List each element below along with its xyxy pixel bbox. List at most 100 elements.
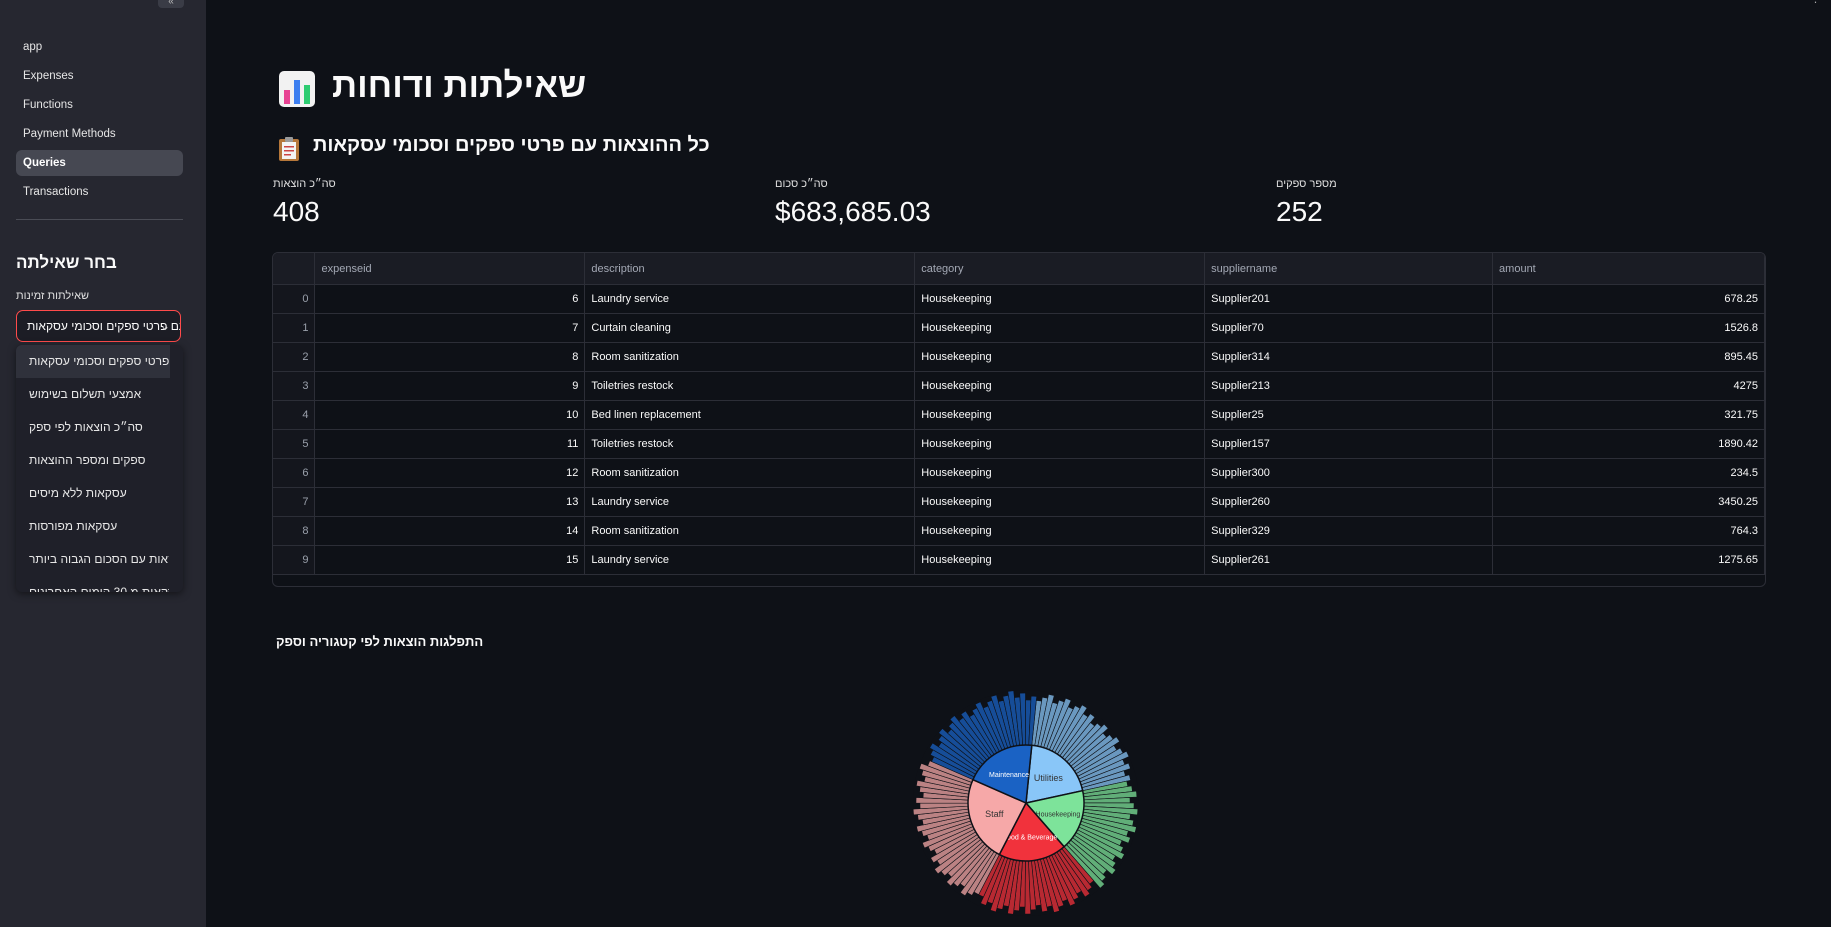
dropdown-option[interactable]: עסקאות עם הסכום הגבוה ביותר bbox=[16, 543, 169, 576]
dropdown-option[interactable]: ספקים ומספר ההוצאות bbox=[16, 444, 169, 477]
collapse-sidebar-button[interactable]: « bbox=[158, 0, 184, 8]
select-label: שאילתות זמינות bbox=[16, 290, 90, 302]
sidebar-item-queries[interactable]: Queries bbox=[16, 150, 183, 176]
cell-amount: 1275.65 bbox=[1492, 545, 1765, 575]
bar-chart-icon bbox=[279, 71, 315, 107]
cell-expenseid: 9 bbox=[314, 371, 586, 401]
sunburst-category-label: Utilities bbox=[1034, 773, 1064, 783]
sidebar-item-functions[interactable]: Functions bbox=[16, 92, 183, 118]
main-menu-icon[interactable]: ⋮ bbox=[1810, 0, 1821, 5]
cell-expenseid: 10 bbox=[314, 400, 586, 430]
chart-title: התפלגות הוצאות לפי קטגוריה וספק bbox=[276, 634, 484, 649]
cell-category: Housekeeping bbox=[914, 545, 1206, 575]
dropdown-option[interactable]: אמצעי תשלום בשימוש bbox=[16, 378, 169, 411]
cell-description: Room sanitization bbox=[584, 458, 916, 488]
table-row[interactable]: 2 8 Room sanitization Housekeeping Supplier3… bbox=[273, 342, 1765, 372]
query-dropdown: כל ההוצאות עם פרטי ספקים וסכומי עסקאות א… bbox=[16, 345, 183, 592]
cell-expenseid: 15 bbox=[314, 545, 586, 575]
cell-amount: 1890.42 bbox=[1492, 429, 1765, 459]
metric-total-amount: סה״כ סכום $683,685.03 bbox=[775, 178, 931, 228]
cell-idx: 4 bbox=[273, 400, 316, 430]
cell-description: Laundry service bbox=[584, 487, 916, 517]
cell-description: Toiletries restock bbox=[584, 371, 916, 401]
cell-suppliername: Supplier300 bbox=[1204, 458, 1494, 488]
table-row[interactable]: 9 15 Laundry service Housekeeping Supplier26… bbox=[273, 545, 1765, 575]
dropdown-option[interactable]: עסקאות מפורסות bbox=[16, 510, 169, 543]
sidebar-header: בחר שאילתה bbox=[16, 253, 117, 272]
query-select-value: כל ההוצאות עם פרטי ספקים וסכומי עסקאות bbox=[27, 319, 180, 333]
metric-label: מספר ספקים bbox=[1276, 178, 1337, 190]
cell-description: Room sanitization bbox=[584, 342, 916, 372]
dropdown-option[interactable]: עסקאות ללא מיסים bbox=[16, 477, 169, 510]
cell-suppliername: Supplier213 bbox=[1204, 371, 1494, 401]
cell-suppliername: Supplier261 bbox=[1204, 545, 1494, 575]
sidebar-item-expenses[interactable]: Expenses bbox=[16, 63, 183, 89]
cell-expenseid: 12 bbox=[314, 458, 586, 488]
table-row[interactable]: 6 12 Room sanitization Housekeeping Supplier… bbox=[273, 458, 1765, 488]
cell-expenseid: 11 bbox=[314, 429, 586, 459]
column-header[interactable]: description bbox=[584, 253, 916, 285]
cell-idx: 9 bbox=[273, 545, 316, 575]
sidebar-item-transactions[interactable]: Transactions bbox=[16, 179, 183, 205]
cell-amount: 3450.25 bbox=[1492, 487, 1765, 517]
cell-suppliername: Supplier25 bbox=[1204, 400, 1494, 430]
metric-label: סה״כ הוצאות bbox=[273, 178, 336, 190]
table-row[interactable]: 5 11 Toiletries restock Housekeeping Supplie… bbox=[273, 429, 1765, 459]
cell-idx: 3 bbox=[273, 371, 316, 401]
sidebar-item-payment-methods[interactable]: Payment Methods bbox=[16, 121, 183, 147]
cell-idx: 1 bbox=[273, 313, 316, 343]
table-row[interactable]: 8 14 Room sanitization Housekeeping Supplier… bbox=[273, 516, 1765, 546]
cell-idx: 8 bbox=[273, 516, 316, 546]
sunburst-category-label: Staff bbox=[985, 809, 1004, 819]
table-row[interactable]: 7 13 Laundry service Housekeeping Supplier26… bbox=[273, 487, 1765, 517]
query-select[interactable]: כל ההוצאות עם פרטי ספקים וסכומי עסקאות ⌄ bbox=[16, 310, 181, 342]
cell-description: Laundry service bbox=[584, 284, 916, 314]
sunburst-chart[interactable]: Utilities Housekeeping Food & Beverage Staf… bbox=[906, 683, 1146, 923]
cell-amount: 321.75 bbox=[1492, 400, 1765, 430]
sidebar-item-app[interactable]: app bbox=[16, 34, 183, 60]
table-row[interactable]: 0 6 Laundry service Housekeeping Supplier201… bbox=[273, 284, 1765, 314]
cell-description: Bed linen replacement bbox=[584, 400, 916, 430]
table-header-row: expenseid description category suppliern… bbox=[273, 253, 1765, 285]
table-row[interactable]: 1 7 Curtain cleaning Housekeeping Supplier70… bbox=[273, 313, 1765, 343]
sidebar: « app Expenses Functions Payment Methods… bbox=[0, 0, 206, 927]
table-row[interactable]: 3 9 Toiletries restock Housekeeping Supplier… bbox=[273, 371, 1765, 401]
column-header[interactable]: expenseid bbox=[314, 253, 586, 285]
metric-value: 408 bbox=[273, 196, 320, 227]
cell-description: Curtain cleaning bbox=[584, 313, 916, 343]
cell-category: Housekeeping bbox=[914, 371, 1206, 401]
cell-idx: 2 bbox=[273, 342, 316, 372]
cell-amount: 234.5 bbox=[1492, 458, 1765, 488]
metric-total-expenses: סה״כ הוצאות 408 bbox=[273, 178, 336, 228]
cell-suppliername: Supplier314 bbox=[1204, 342, 1494, 372]
chevron-down-icon[interactable]: ⌄ bbox=[160, 311, 170, 341]
cell-amount: 678.25 bbox=[1492, 284, 1765, 314]
cell-category: Housekeeping bbox=[914, 429, 1206, 459]
cell-category: Housekeeping bbox=[914, 458, 1206, 488]
data-table[interactable]: expenseid description category suppliern… bbox=[272, 252, 1766, 587]
clipboard-icon bbox=[279, 137, 299, 161]
sunburst-category-label: Housekeeping bbox=[1036, 812, 1081, 819]
column-header[interactable]: suppliername bbox=[1204, 253, 1494, 285]
sunburst-category-label: Maintenance bbox=[989, 772, 1029, 779]
dropdown-option[interactable]: סה״כ הוצאות לפי ספק bbox=[16, 411, 169, 444]
metric-label: סה״כ סכום bbox=[775, 178, 828, 190]
dropdown-option[interactable]: כל ההוצאות עם פרטי ספקים וסכומי עסקאות bbox=[16, 345, 170, 378]
table-row[interactable]: 4 10 Bed linen replacement Housekeeping Supp… bbox=[273, 400, 1765, 430]
dropdown-option[interactable]: עסקאות מ 30 הימים האחרונים bbox=[16, 576, 169, 592]
cell-amount: 4275 bbox=[1492, 371, 1765, 401]
cell-idx: 0 bbox=[273, 284, 316, 314]
cell-suppliername: Supplier201 bbox=[1204, 284, 1494, 314]
cell-expenseid: 8 bbox=[314, 342, 586, 372]
main-content: ⋮ שאילתות ודוחות כל ההוצאות עם פרטי ספקי… bbox=[206, 0, 1831, 927]
column-header[interactable]: amount bbox=[1492, 253, 1765, 285]
cell-expenseid: 6 bbox=[314, 284, 586, 314]
cell-category: Housekeeping bbox=[914, 400, 1206, 430]
cell-idx: 7 bbox=[273, 487, 316, 517]
cell-amount: 764.3 bbox=[1492, 516, 1765, 546]
cell-expenseid: 14 bbox=[314, 516, 586, 546]
sidebar-nav: app Expenses Functions Payment Methods Q… bbox=[16, 34, 183, 208]
column-header[interactable]: category bbox=[914, 253, 1206, 285]
cell-description: Laundry service bbox=[584, 545, 916, 575]
sunburst-category-label: Food & Beverage bbox=[1003, 834, 1058, 841]
